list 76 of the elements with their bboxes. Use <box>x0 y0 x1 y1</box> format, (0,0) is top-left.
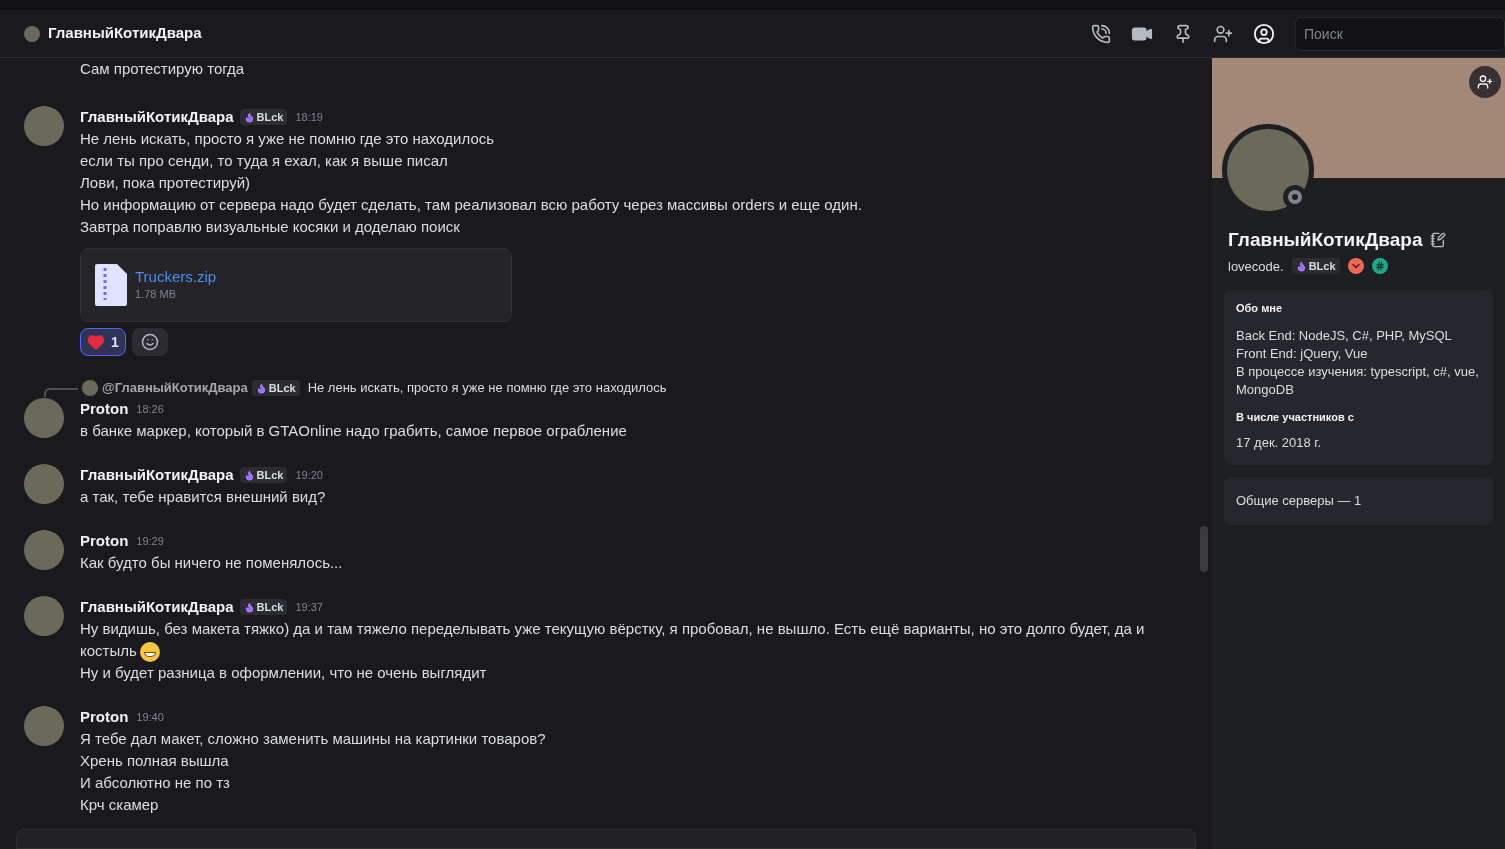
user-profile-icon[interactable] <box>1253 22 1275 45</box>
flame-icon <box>243 601 255 613</box>
guild-tag: BLck <box>239 467 288 483</box>
message-text: Хрень полная вышла <box>80 751 230 772</box>
message-timestamp: 19:37 <box>295 599 323 615</box>
message-text: в банке маркер, который в GTAOnline надо грабить, самое первое ограбление <box>80 421 627 441</box>
author-name[interactable]: Proton <box>80 705 129 729</box>
message-text: Лови, пока протестируй) <box>80 173 252 193</box>
message-text: Я тебе дал макет, сложно заменить машины на картинки товаров? <box>80 729 546 750</box>
file-attachment[interactable]: Truckers.zip 1.78 MB <box>80 248 512 322</box>
flame-icon <box>243 469 255 481</box>
guild-tag: BLck <box>1291 258 1340 275</box>
zip-file-icon <box>95 264 127 306</box>
hashtag-badge-icon[interactable] <box>1371 258 1388 275</box>
avatar-photo-placeholder[interactable] <box>24 106 64 146</box>
message-timestamp: 19:29 <box>136 533 164 549</box>
profile-name: ГлавныйКотикДвара <box>1228 228 1423 252</box>
add-user-icon <box>1477 74 1493 90</box>
guild-tag: BLck <box>239 599 288 615</box>
reply-connector-line <box>44 388 78 397</box>
flame-icon <box>1295 260 1307 272</box>
message-timestamp: 18:26 <box>136 401 164 417</box>
avatar-photo-placeholder[interactable] <box>24 464 64 504</box>
add-user-icon[interactable] <box>1213 23 1233 44</box>
avatar-photo-placeholder[interactable] <box>24 596 64 636</box>
message-text: если ты про сенди, то туда я ехал, как я выше писал <box>80 151 449 171</box>
member-since-date: 17 дек. 2018 г. <box>1236 434 1323 452</box>
profile-username: lovecode. <box>1228 257 1284 276</box>
member-since-heading: В числе участников с <box>1236 409 1355 425</box>
channel-title: ГлавныйКотикДвара <box>48 23 202 44</box>
author-name[interactable]: Proton <box>80 529 129 553</box>
reply-preview-text[interactable]: Не лень искать, просто я уже не помню где это находилось <box>307 378 667 398</box>
reply-author[interactable]: @ГлавныйКотикДвара <box>102 378 248 398</box>
avatar-photo-placeholder[interactable] <box>24 706 64 747</box>
message-text: И абсолютно не по тз <box>80 773 231 794</box>
message-text: Ну и будет разница в оформлении, что не очень выглядит <box>80 663 488 684</box>
smiley-icon <box>140 333 159 351</box>
author-name[interactable]: ГлавныйКотикДвара <box>80 463 234 487</box>
message-text: Но информацию от сервера надо будет сделать, там реализовал всю работу через массивы orders и еще один. <box>80 195 862 215</box>
message-timestamp: 18:19 <box>295 109 323 125</box>
attachment-filename-link[interactable]: Truckers.zip <box>135 267 217 286</box>
message-text: Завтра поправлю визуальные косяки и доделаю поиск <box>80 217 461 237</box>
profile-badge-icon[interactable] <box>1347 258 1364 275</box>
flame-icon <box>255 382 267 394</box>
add-friend-button[interactable] <box>1469 66 1501 98</box>
avatar-photo-placeholder[interactable] <box>24 530 64 570</box>
message-text: Ну видишь, без макета тяжко) да и там тяжело переделывать уже текущую вёрстку, я пробовал, не вышло. Есть ещё варианты, но это долго будет, да и костыль <box>80 618 1196 663</box>
author-name[interactable]: ГлавныйКотикДвара <box>80 105 234 129</box>
phone-icon[interactable] <box>1091 23 1111 44</box>
author-name[interactable]: ГлавныйКотикДвара <box>80 595 234 619</box>
guild-tag: BLck <box>251 380 300 396</box>
grinning-face-emoji-icon <box>139 642 160 663</box>
message-timestamp: 19:20 <box>295 467 323 483</box>
scrollbar-thumb[interactable] <box>1200 526 1208 572</box>
heart-reaction[interactable]: 1 <box>80 328 126 356</box>
message-text: а так, тебе нравится внешний вид? <box>80 487 326 507</box>
message-text: Сам протестирую тогда <box>80 59 246 79</box>
mutual-servers-button[interactable]: Общие серверы — 1 <box>1224 476 1493 525</box>
avatar-photo-placeholder[interactable] <box>24 25 40 42</box>
message-text: Крч скамер <box>80 795 160 816</box>
flame-icon <box>243 111 255 123</box>
pin-icon[interactable] <box>1173 23 1193 44</box>
avatar-photo-placeholder[interactable] <box>24 398 64 438</box>
author-name[interactable]: Proton <box>80 397 129 421</box>
attachment-size: 1.78 MB <box>135 286 177 302</box>
about-text: Back End: NodeJS, C#, PHP, MySQL Front End: jQuery, Vue В процессе изучения: typescript, c#, vue, MongoDB <box>1236 326 1480 399</box>
search-field[interactable]: Поиск <box>1295 16 1505 51</box>
message-text: Как будто бы ничего не поменялось... <box>80 553 343 573</box>
avatar-photo-placeholder[interactable] <box>82 380 98 396</box>
about-heading: Обо мне <box>1236 301 1284 316</box>
heart-icon <box>87 333 105 351</box>
guild-tag: BLck <box>239 109 288 125</box>
message-text: Не лень искать, просто я уже не помню где это находилось <box>80 129 496 149</box>
message-timestamp: 19:40 <box>136 709 164 725</box>
add-reaction-button[interactable] <box>131 328 168 356</box>
note-icon[interactable] <box>1430 232 1447 249</box>
